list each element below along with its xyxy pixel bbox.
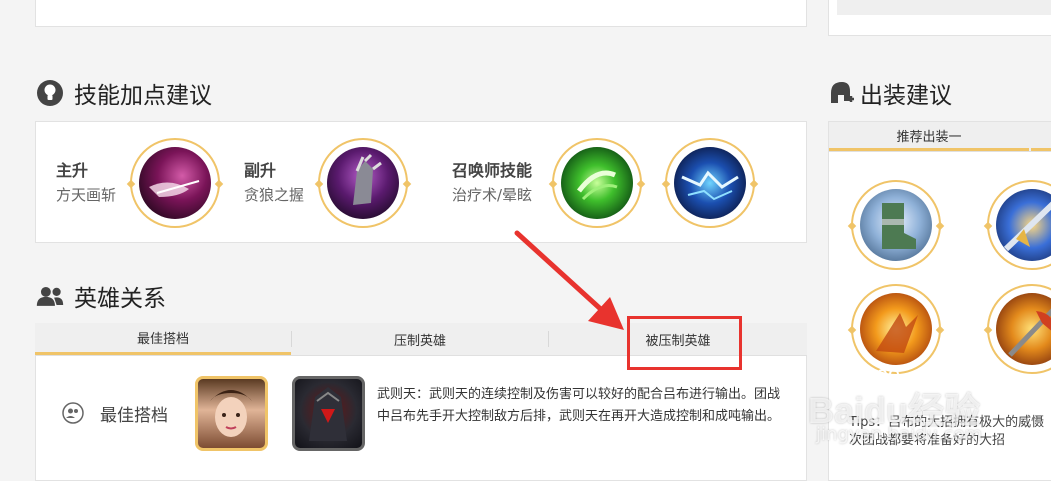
- gear-tabs: 推荐出装一: [829, 122, 1051, 152]
- summoner-skill-label: 召唤师技能 治疗术/晕眩: [452, 159, 532, 207]
- tab-counter-heroes-label: 压制英雄: [393, 333, 446, 349]
- main-skill-label: 主升 方天画斩: [56, 159, 116, 207]
- item-axe-ring[interactable]: [987, 284, 1051, 374]
- stun-skill-icon-ring[interactable]: [665, 138, 755, 228]
- relation-section-title-text: 英雄关系: [74, 286, 166, 312]
- relation-panel: 最佳搭档 武则天：武则天的连续控制及伤害可以较好的配合吕布进行输出。团战中吕布先…: [35, 356, 807, 481]
- partner-icon: [62, 402, 84, 428]
- top-panel-left: [35, 0, 807, 27]
- partner-description: 武则天：武则天的连续控制及伤害可以较好的配合吕布进行输出。团战中吕布先手开大控制…: [377, 387, 781, 424]
- users-icon: [36, 282, 64, 310]
- fire-item-icon: [860, 293, 932, 365]
- summoner-skill-name: 治疗术/晕眩: [452, 186, 533, 204]
- summoner-label: 召唤师技能: [452, 161, 533, 180]
- main-skill-name: 方天画斩: [56, 186, 117, 204]
- item-fire-ring[interactable]: [851, 284, 941, 374]
- item-blade-ring[interactable]: [987, 180, 1051, 270]
- sub-skill-label: 副升 贪狼之握: [244, 159, 304, 207]
- claw-skill-icon: [327, 147, 399, 219]
- helmet-plus-icon: [828, 79, 856, 107]
- main-skill-icon-ring[interactable]: [130, 138, 220, 228]
- red-highlight-box: [627, 316, 742, 370]
- tab-recommend-build-1-label: 推荐出装一: [896, 129, 962, 145]
- gear-section-title: 出装建议: [828, 76, 952, 110]
- hero-avatar-lvbu[interactable]: [292, 376, 365, 451]
- axe-item-icon: [996, 293, 1051, 365]
- partner-label: 最佳搭档: [100, 406, 168, 426]
- blade-item-icon: [996, 189, 1051, 261]
- main-label: 主升: [56, 161, 89, 180]
- sub-skill-name: 贪狼之握: [244, 186, 305, 204]
- skill-panel: 主升 方天画斩 副升 贪狼之握 召唤师技能 治疗术/晕眩: [35, 121, 807, 243]
- boots-item-icon: [860, 189, 932, 261]
- watermark-url: jingyan.baidu.com: [816, 424, 983, 445]
- stun-skill-icon: [674, 147, 746, 219]
- hero-avatar-wuzetian[interactable]: [195, 376, 268, 451]
- tab-best-partner[interactable]: 最佳搭档: [35, 323, 291, 355]
- tab-recommend-build-1[interactable]: 推荐出装一: [829, 122, 1029, 151]
- tab-recommend-build-2[interactable]: [1031, 122, 1051, 151]
- sub-label: 副升: [244, 161, 277, 180]
- heal-skill-icon: [561, 147, 633, 219]
- heal-skill-icon-ring[interactable]: [552, 138, 642, 228]
- gear-section-title-text: 出装建议: [860, 83, 952, 109]
- top-panel-right: [828, 0, 1051, 36]
- top-panel-right-inner: [837, 0, 1051, 15]
- tab-best-partner-label: 最佳搭档: [136, 332, 189, 347]
- sub-skill-icon-ring[interactable]: [318, 138, 408, 228]
- skill-section-title: 技能加点建议: [36, 76, 212, 110]
- item-boots-ring[interactable]: [851, 180, 941, 270]
- lightbulb-icon: [36, 79, 64, 107]
- skill-section-title-text: 技能加点建议: [74, 83, 212, 109]
- relation-section-title: 英雄关系: [36, 279, 166, 313]
- halberd-skill-icon: [139, 147, 211, 219]
